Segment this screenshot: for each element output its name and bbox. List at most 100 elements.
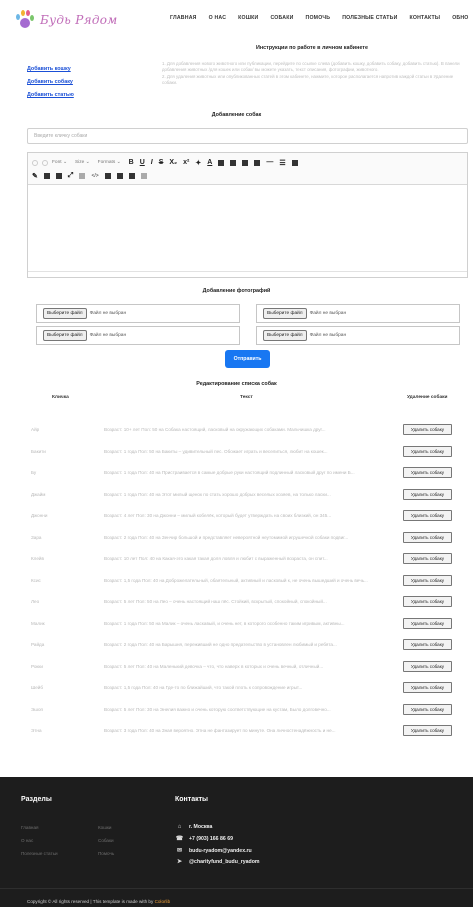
photo-upload-field[interactable]: Выберите файл Файл не выбран	[36, 304, 240, 323]
subscript-icon[interactable]: X₂	[169, 159, 177, 166]
strikethrough-icon[interactable]: S	[159, 159, 164, 166]
logo-text: Будь Рядом	[40, 13, 118, 27]
delete-dog-button[interactable]: Удалить собаку	[403, 596, 452, 607]
dog-text-cell: Возраст: 5 лет Пол: 50 на Лео – очень на…	[104, 599, 327, 604]
delete-dog-button[interactable]: Удалить собаку	[403, 574, 452, 586]
dog-name-cell: Рокки	[31, 663, 44, 669]
nav-link-help[interactable]: ПОМОЧЬ	[306, 15, 331, 21]
delete-dog-button[interactable]: Удалить собаку	[403, 424, 452, 435]
choose-file-button[interactable]: Выберите файл	[263, 330, 307, 341]
copyright-text: Copyright © All rights reserved | This t…	[27, 899, 155, 904]
dog-name-input[interactable]: Введите кличку собаки	[27, 128, 468, 144]
nav-link-contacts[interactable]: КОНТАКТЫ	[410, 15, 441, 21]
preview-icon[interactable]	[79, 172, 86, 179]
dog-text-cell: Возраст: 1 года Пол: 40 на Пристраиваетс…	[104, 470, 355, 475]
nav-link-update[interactable]: ОБНО	[452, 15, 468, 21]
footer-sections-title: Разделы	[21, 796, 52, 803]
footer-link-cats[interactable]: Кошки	[98, 825, 112, 830]
home-icon: ⌂	[177, 824, 182, 830]
italic-icon[interactable]: I	[151, 159, 153, 166]
photo-upload-field[interactable]: Выберите файл Файл не выбран	[256, 326, 460, 345]
list-icon[interactable]: ☰	[279, 159, 285, 167]
delete-dog-button[interactable]: Удалить собаку	[403, 725, 452, 736]
footer-link-help[interactable]: Помочь	[98, 851, 114, 856]
media-icon[interactable]	[55, 172, 62, 179]
colorlib-link[interactable]: Colorlib	[155, 899, 171, 904]
link-icon[interactable]: ⤢	[68, 172, 74, 180]
fullscreen-icon[interactable]	[140, 172, 147, 179]
code-icon[interactable]: </>	[91, 173, 98, 179]
formats-select[interactable]: Formats ⌄	[98, 160, 121, 165]
align-right-icon[interactable]	[254, 159, 261, 166]
dog-name-cell: Айр	[31, 427, 40, 432]
print-icon[interactable]	[128, 172, 135, 179]
bg-color-icon[interactable]	[218, 159, 225, 166]
nav-link-dogs[interactable]: СОБАКИ	[270, 15, 293, 21]
contact-phone[interactable]: ☎ +7 (903) 166 86 69	[175, 835, 233, 843]
footer-divider	[0, 888, 473, 889]
table-row: Клейв Возраст: 10 лет Пол: 40 на Какая-эт…	[27, 550, 468, 570]
photo-upload-field[interactable]: Выберите файл Файл не выбран	[36, 326, 240, 345]
sidebar-link-add-article[interactable]: Добавить статью	[27, 92, 147, 98]
align-center-icon[interactable]	[242, 159, 249, 166]
delete-dog-button[interactable]: Удалить собаку	[403, 445, 452, 457]
nav-link-cats[interactable]: КОШКИ	[238, 15, 258, 21]
dog-name-cell: Бу	[31, 470, 37, 475]
table-icon[interactable]	[291, 159, 298, 166]
choose-file-button[interactable]: Выберите файл	[43, 308, 87, 319]
delete-dog-button[interactable]: Удалить собаку	[403, 703, 452, 715]
font-select[interactable]: Font ⌄	[52, 160, 67, 165]
delete-dog-button[interactable]: Удалить собаку	[403, 467, 452, 478]
redo-icon[interactable]	[42, 159, 48, 166]
copy-icon[interactable]	[104, 172, 111, 179]
account-sidebar: Добавить кошку Добавить собаку Добавить …	[27, 66, 147, 105]
text-color-icon[interactable]: ✦	[195, 159, 201, 167]
table-row: Лео Возраст: 5 лет Пол: 50 на Лео – очень…	[27, 593, 468, 613]
choose-file-button[interactable]: Выберите файл	[43, 330, 87, 341]
paw-logo-icon	[16, 10, 34, 28]
footer-link-dogs[interactable]: Собаки	[98, 838, 114, 843]
edit-icon[interactable]: ✎	[32, 172, 38, 180]
size-select[interactable]: Size ⌄	[75, 160, 90, 165]
font-select-label: Font	[52, 160, 62, 165]
nav-link-home[interactable]: ГЛАВНАЯ	[170, 15, 197, 21]
nav-link-articles[interactable]: ПОЛЕЗНЫЕ СТАТЬИ	[342, 15, 397, 21]
image-icon[interactable]	[43, 172, 50, 179]
delete-dog-button[interactable]: Удалить собаку	[403, 639, 452, 650]
sidebar-link-add-dog[interactable]: Добавить собаку	[27, 79, 147, 85]
column-header-text: Текст	[240, 395, 253, 400]
copyright: Copyright © All rights reserved | This t…	[27, 899, 170, 904]
delete-dog-button[interactable]: Удалить собаку	[403, 617, 452, 629]
column-header-name: Кличка	[52, 395, 69, 400]
bold-icon[interactable]: B	[129, 159, 134, 166]
underline-icon[interactable]: U	[140, 159, 145, 166]
delete-dog-button[interactable]: Удалить собаку	[403, 553, 452, 564]
contact-email[interactable]: ✉ budu-ryadom@yandex.ru	[175, 847, 252, 855]
choose-file-button[interactable]: Выберите файл	[263, 308, 307, 319]
rich-text-editor[interactable]: Font ⌄ Size ⌄ Formats ⌄ B U I S X₂ x² ✦ …	[27, 152, 468, 278]
footer-link-about[interactable]: О нас	[21, 838, 33, 843]
paste-icon[interactable]	[116, 172, 123, 179]
add-dog-title: Добавление собак	[211, 112, 262, 118]
footer-link-articles[interactable]: Полезные статьи	[21, 851, 58, 856]
dog-text-cell: Возраст: 10 лет Пол: 40 на Какая-это как…	[104, 556, 328, 561]
superscript-icon[interactable]: x²	[183, 159, 189, 166]
horizontal-rule-icon[interactable]: —	[266, 159, 273, 166]
delete-dog-button[interactable]: Удалить собаку	[403, 682, 452, 693]
photo-upload-field[interactable]: Выберите файл Файл не выбран	[256, 304, 460, 323]
site-header: Будь Рядом ГЛАВНАЯ О НАС КОШКИ СОБАКИ ПО…	[0, 0, 473, 40]
delete-dog-button[interactable]: Удалить собаку	[403, 510, 452, 521]
delete-dog-button[interactable]: Удалить собаку	[403, 531, 452, 543]
edit-dogs-title: Редактирование списка собак	[196, 381, 277, 387]
highlight-icon[interactable]: A	[207, 159, 212, 166]
delete-dog-button[interactable]: Удалить собаку	[403, 660, 452, 672]
footer-link-home[interactable]: Главная	[21, 825, 38, 830]
site-logo[interactable]: Будь Рядом	[14, 8, 134, 32]
undo-icon[interactable]	[32, 159, 38, 166]
contact-telegram[interactable]: ➤ @charityfund_budu_ryadom	[175, 858, 260, 866]
delete-dog-button[interactable]: Удалить собаку	[403, 488, 452, 500]
submit-button[interactable]: Отправить	[225, 350, 270, 368]
align-left-icon[interactable]	[230, 159, 237, 166]
sidebar-link-add-cat[interactable]: Добавить кошку	[27, 66, 147, 72]
nav-link-about[interactable]: О НАС	[209, 15, 227, 21]
